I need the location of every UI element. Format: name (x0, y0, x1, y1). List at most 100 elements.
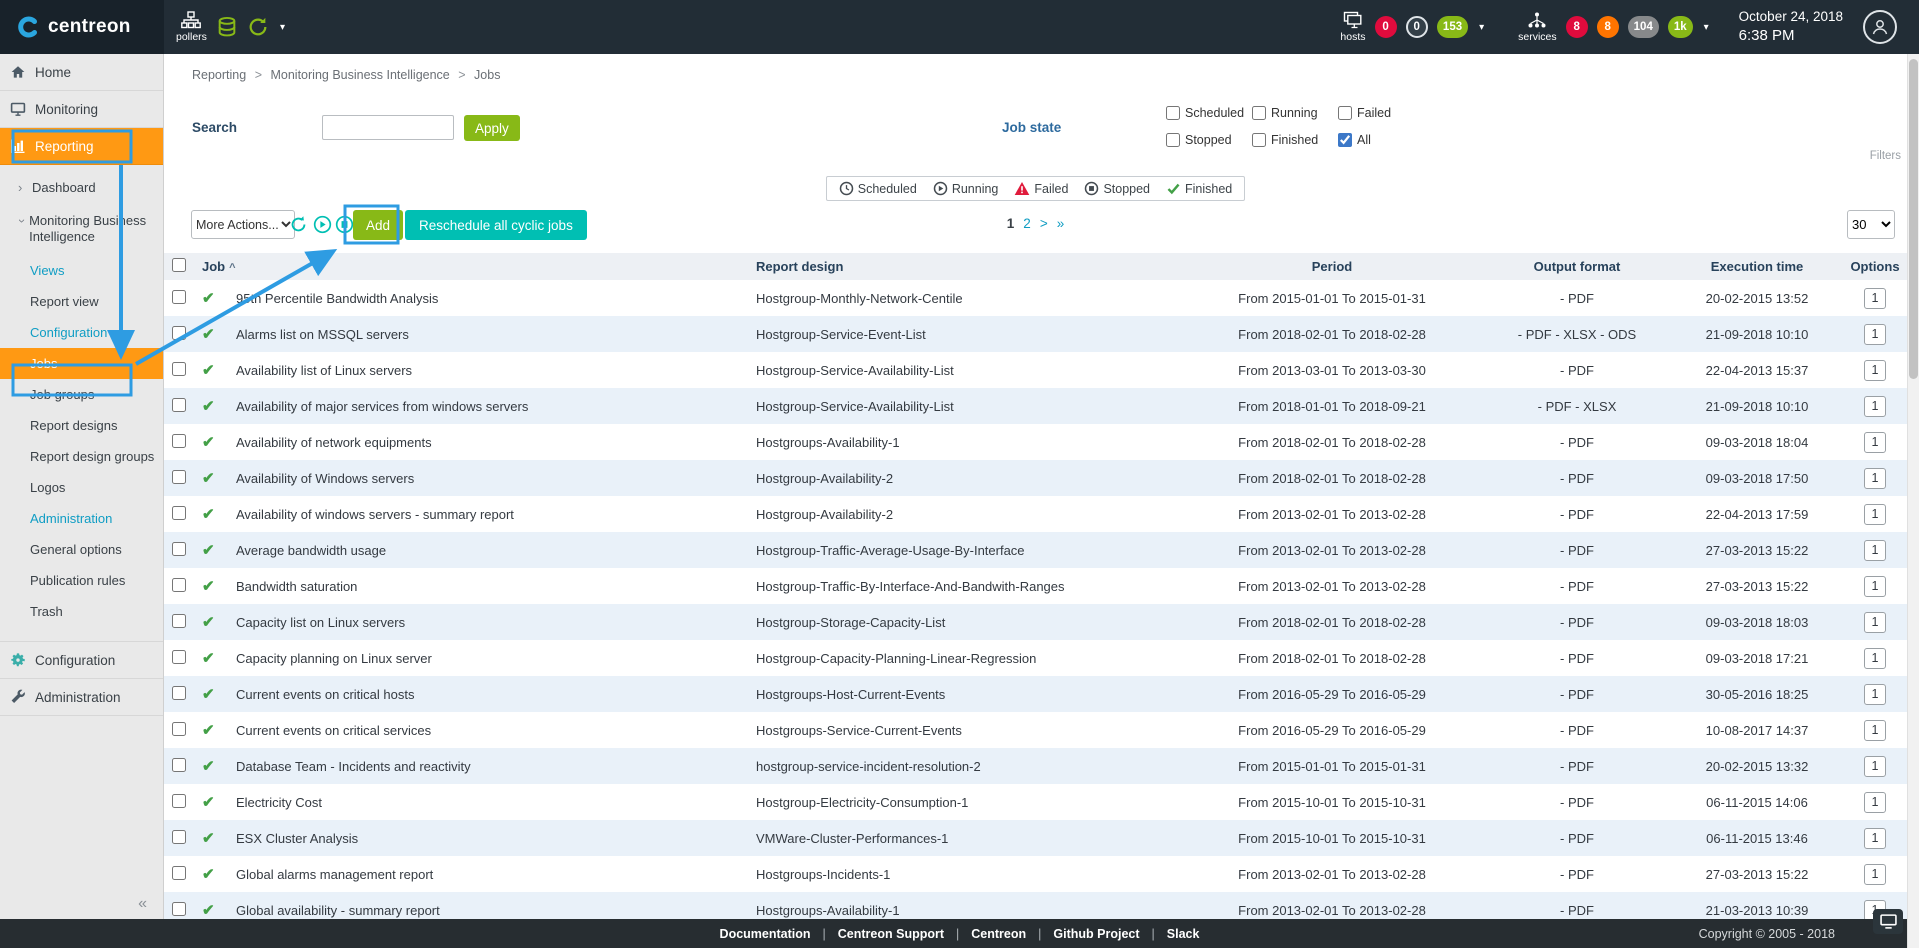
chevron-down-icon[interactable]: ▾ (1479, 22, 1484, 33)
next-page[interactable]: > (1040, 216, 1048, 231)
job-name[interactable]: Global alarms management report (236, 867, 433, 882)
row-checkbox[interactable] (172, 398, 186, 412)
centreon-logo[interactable]: centreon (0, 0, 164, 54)
hosts-up-badge[interactable]: 153 (1437, 16, 1468, 38)
search-input[interactable] (322, 115, 454, 140)
row-checkbox[interactable] (172, 758, 186, 772)
services-ok-badge[interactable]: 1k (1668, 16, 1693, 38)
poller-database-ok-icon[interactable] (216, 16, 238, 38)
row-checkbox[interactable] (172, 902, 186, 916)
refresh-icon[interactable] (289, 215, 308, 239)
column-period[interactable]: Period (1182, 253, 1482, 280)
chevron-down-icon[interactable]: ▾ (280, 22, 285, 33)
options-count[interactable]: 1 (1864, 864, 1886, 885)
state-filter-finished[interactable]: Finished (1252, 133, 1338, 147)
chevron-down-icon[interactable]: ▾ (1704, 22, 1709, 33)
options-count[interactable]: 1 (1864, 360, 1886, 381)
job-name[interactable]: Availability list of Linux servers (236, 363, 412, 378)
row-checkbox[interactable] (172, 290, 186, 304)
job-name[interactable]: Global availability - summary report (236, 903, 440, 918)
state-filter-failed[interactable]: Failed (1338, 106, 1416, 120)
add-button[interactable]: Add (353, 210, 403, 240)
page-size-select[interactable]: 30 (1847, 210, 1895, 239)
state-filter-scheduled[interactable]: Scheduled (1166, 106, 1252, 120)
job-name[interactable]: Availability of major services from wind… (236, 399, 528, 414)
row-checkbox[interactable] (172, 434, 186, 448)
job-name[interactable]: Electricity Cost (236, 795, 322, 810)
job-name[interactable]: Database Team - Incidents and reactivity (236, 759, 471, 774)
options-count[interactable]: 1 (1864, 324, 1886, 345)
sidebar-item-general-options[interactable]: General options (0, 534, 163, 565)
options-count[interactable]: 1 (1864, 684, 1886, 705)
state-filter-running[interactable]: Running (1252, 106, 1338, 120)
state-filter-stopped[interactable]: Stopped (1166, 133, 1252, 147)
hosts-unreachable-badge[interactable]: 0 (1406, 16, 1428, 38)
sidebar-item-configuration-link[interactable]: Configuration (0, 317, 163, 348)
footer-link-github-project[interactable]: Github Project (1053, 927, 1139, 941)
running-checkbox[interactable] (1252, 106, 1266, 120)
hosts-menu[interactable]: hosts (1340, 11, 1365, 43)
state-filter-all[interactable]: All (1338, 133, 1416, 147)
filters-toggle[interactable]: Filters (1870, 150, 1901, 162)
sidebar-item-job-groups[interactable]: Job groups (0, 379, 163, 410)
row-checkbox[interactable] (172, 614, 186, 628)
column-job[interactable]: Job (202, 259, 225, 274)
more-actions-select[interactable]: More Actions... (191, 210, 295, 239)
sidebar-item-dashboard[interactable]: › Dashboard (0, 173, 163, 203)
row-checkbox[interactable] (172, 326, 186, 340)
options-count[interactable]: 1 (1864, 396, 1886, 417)
sidebar-item-administration[interactable]: Administration (0, 679, 163, 716)
services-critical-badge[interactable]: 8 (1566, 16, 1588, 38)
row-checkbox[interactable] (172, 470, 186, 484)
job-name[interactable]: Availability of windows servers - summar… (236, 507, 514, 522)
row-checkbox[interactable] (172, 542, 186, 556)
options-count[interactable]: 1 (1864, 612, 1886, 633)
sort-asc-icon[interactable]: ^ (229, 262, 235, 274)
job-name[interactable]: Availability of Windows servers (236, 471, 414, 486)
options-count[interactable]: 1 (1864, 468, 1886, 489)
sidebar-item-logos[interactable]: Logos (0, 472, 163, 503)
sidebar-item-home[interactable]: Home (0, 54, 163, 91)
scheduled-checkbox[interactable] (1166, 106, 1180, 120)
pollers-status-group[interactable]: pollers ▾ (164, 11, 297, 43)
row-checkbox[interactable] (172, 506, 186, 520)
sidebar-item-monitoring[interactable]: Monitoring (0, 91, 163, 128)
sidebar-item-views[interactable]: Views (0, 255, 163, 286)
job-name[interactable]: 95th Percentile Bandwidth Analysis (236, 291, 438, 306)
breadcrumb-item[interactable]: Reporting (192, 68, 246, 82)
breadcrumb-item[interactable]: Jobs (474, 68, 500, 82)
footer-link-centreon[interactable]: Centreon (971, 927, 1026, 941)
options-count[interactable]: 1 (1864, 648, 1886, 669)
row-checkbox[interactable] (172, 686, 186, 700)
services-unknown-badge[interactable]: 104 (1628, 16, 1659, 38)
options-count[interactable]: 1 (1864, 504, 1886, 525)
row-checkbox[interactable] (172, 650, 186, 664)
options-count[interactable]: 1 (1864, 828, 1886, 849)
options-count[interactable]: 1 (1864, 288, 1886, 309)
row-checkbox[interactable] (172, 794, 186, 808)
sidebar-item-configuration[interactable]: Configuration (0, 642, 163, 679)
row-checkbox[interactable] (172, 722, 186, 736)
job-name[interactable]: Capacity planning on Linux server (236, 651, 432, 666)
options-count[interactable]: 1 (1864, 792, 1886, 813)
job-name[interactable]: ESX Cluster Analysis (236, 831, 358, 846)
sidebar-item-report-design-groups[interactable]: Report design groups (0, 441, 163, 472)
stopped-checkbox[interactable] (1166, 133, 1180, 147)
job-name[interactable]: Bandwidth saturation (236, 579, 357, 594)
page-2[interactable]: 2 (1023, 216, 1031, 231)
hosts-down-badge[interactable]: 0 (1375, 16, 1397, 38)
sidebar-item-administration-link[interactable]: Administration (0, 503, 163, 534)
breadcrumb-item[interactable]: Monitoring Business Intelligence (270, 68, 449, 82)
pause-icon[interactable] (335, 215, 354, 239)
services-status-group[interactable]: services 8 8 104 1k ▾ (1506, 11, 1721, 43)
job-name[interactable]: Alarms list on MSSQL servers (236, 327, 409, 342)
finished-checkbox[interactable] (1252, 133, 1266, 147)
column-output-format[interactable]: Output format (1482, 253, 1672, 280)
column-execution-time[interactable]: Execution time (1672, 253, 1842, 280)
options-count[interactable]: 1 (1864, 720, 1886, 741)
row-checkbox[interactable] (172, 578, 186, 592)
job-name[interactable]: Current events on critical hosts (236, 687, 414, 702)
job-name[interactable]: Availability of network equipments (236, 435, 432, 450)
sidebar-item-publication-rules[interactable]: Publication rules (0, 565, 163, 596)
options-count[interactable]: 1 (1864, 576, 1886, 597)
